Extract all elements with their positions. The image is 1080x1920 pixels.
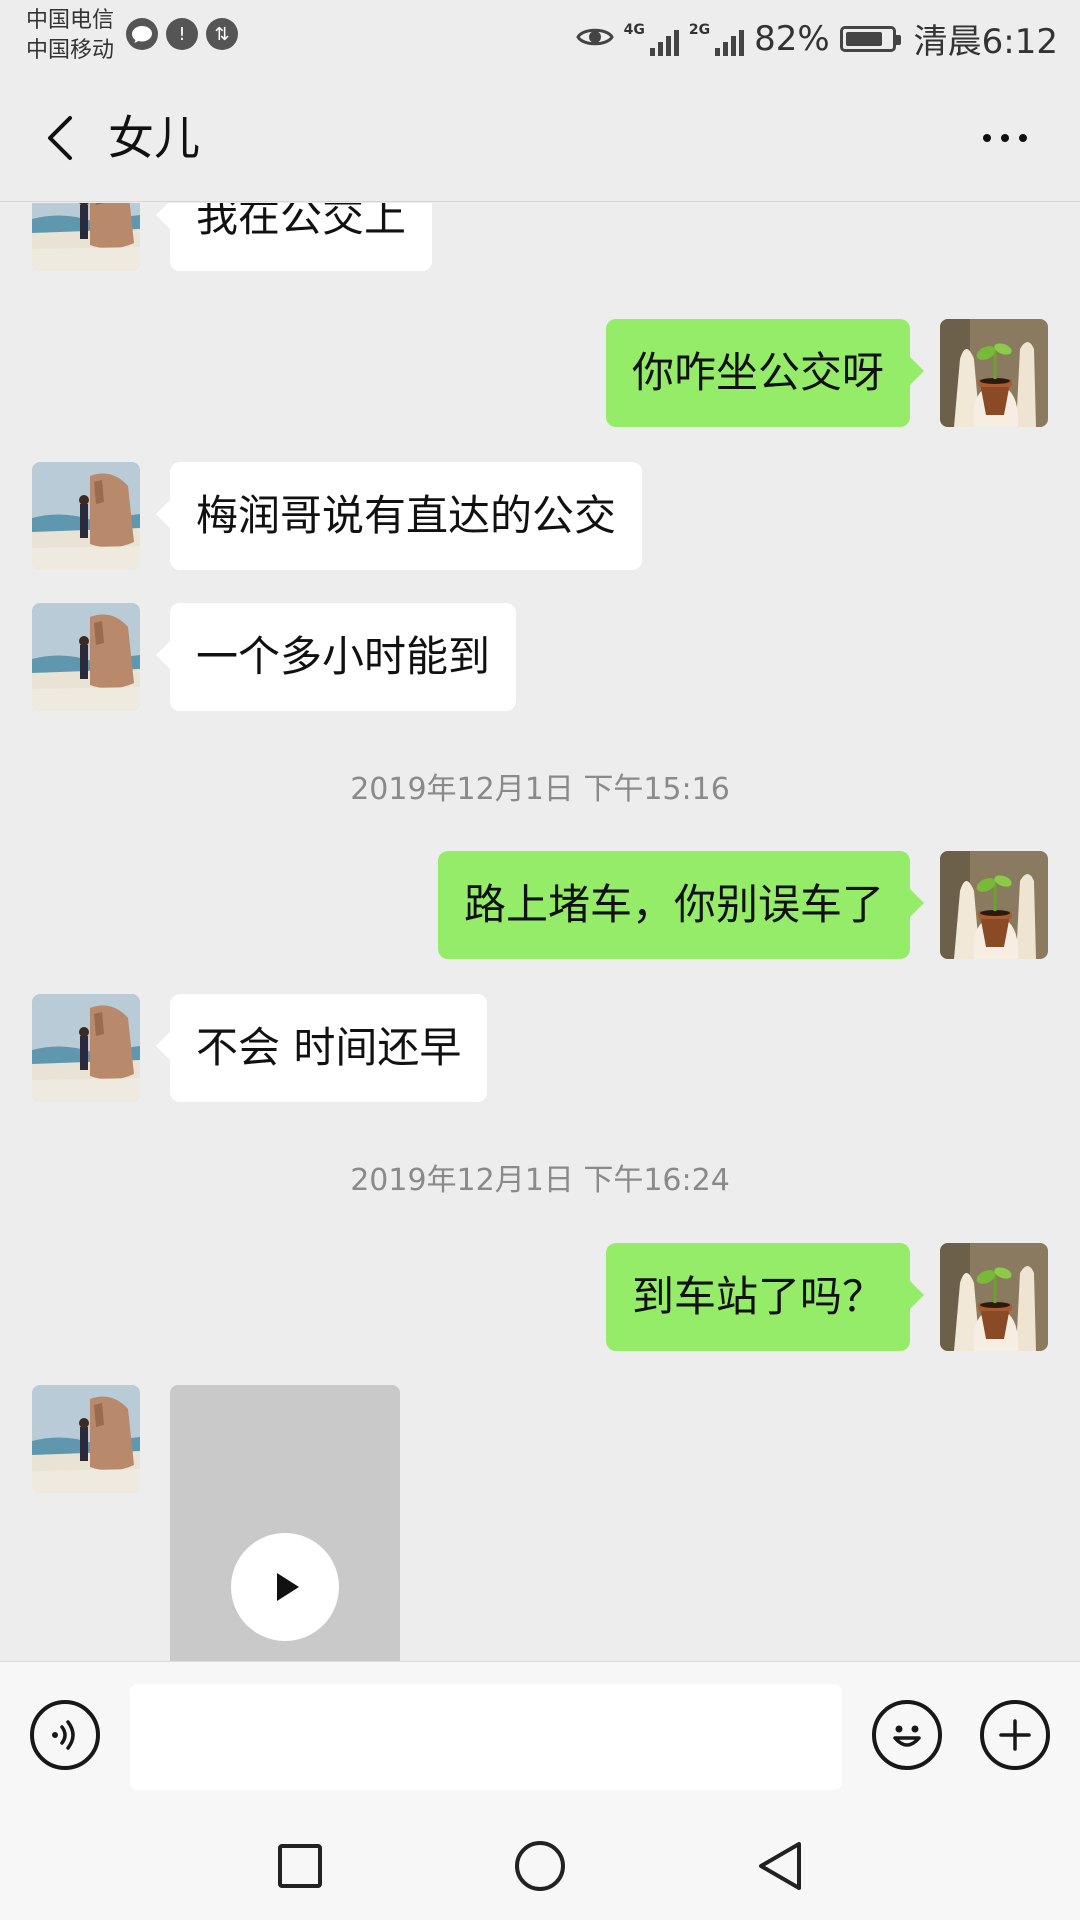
network-type-2: 2G xyxy=(688,21,711,38)
battery-icon xyxy=(839,25,901,52)
timestamp-label: 2019年12月1日 下午16:24 xyxy=(350,1163,730,1198)
circle-icon xyxy=(515,1841,565,1891)
my-avatar[interactable] xyxy=(940,1243,1048,1351)
contact-avatar[interactable] xyxy=(32,603,140,711)
dot-icon xyxy=(1001,134,1009,142)
triangle-back-icon xyxy=(759,1842,801,1890)
data-transfer-icon: ⇅ xyxy=(206,18,238,50)
cloud-warning-icon: ! xyxy=(166,18,198,50)
play-button[interactable] xyxy=(231,1533,339,1641)
chat-bubble-icon xyxy=(126,18,158,50)
message-input[interactable] xyxy=(130,1684,842,1790)
carrier-2: 中国移动 xyxy=(26,38,115,63)
voice-icon xyxy=(52,1720,75,1750)
home-button[interactable] xyxy=(513,1839,567,1893)
message-bubble-incoming[interactable]: 不会 时间还早 xyxy=(155,994,488,1102)
contact-avatar[interactable] xyxy=(32,1385,140,1493)
system-nav-bar xyxy=(0,1811,1080,1920)
chevron-left-icon xyxy=(48,116,72,160)
back-button[interactable] xyxy=(34,110,90,166)
message-bubble-incoming[interactable]: 梅润哥说有直达的公交 xyxy=(155,462,643,570)
emoji-button[interactable] xyxy=(872,1700,942,1770)
more-options-button[interactable] xyxy=(970,110,1040,166)
message-bubble-outgoing[interactable]: 你咋坐公交呀 xyxy=(605,319,925,427)
plus-icon xyxy=(999,1719,1031,1751)
notification-icons: ! ⇅ xyxy=(126,18,238,50)
my-avatar[interactable] xyxy=(940,319,1048,427)
chat-title: 女儿 xyxy=(108,111,200,165)
signal-2g-icon: 2G xyxy=(688,21,745,56)
my-avatar[interactable] xyxy=(940,851,1048,959)
smiley-icon xyxy=(893,1725,921,1747)
message-list[interactable]: 我在公交上 你咋坐公交呀 梅润哥说有直达的公交 一个多小时能到 2019年12月… xyxy=(0,203,1080,1661)
message-bubble-incoming[interactable]: 我在公交上 xyxy=(155,203,433,271)
square-icon xyxy=(278,1844,322,1888)
message-bubble-outgoing[interactable]: 到车站了吗？ xyxy=(605,1243,925,1351)
status-bar: 中国电信 中国移动 ! ⇅ 4G 2G 82% 清晨6:12 xyxy=(0,0,1080,80)
message-bubble-outgoing[interactable]: 路上堵车，你别误车了 xyxy=(437,851,925,959)
message-bubble-incoming[interactable]: 一个多小时能到 xyxy=(155,603,517,711)
contact-avatar[interactable] xyxy=(32,203,140,271)
video-message[interactable] xyxy=(170,1385,400,1661)
input-bar xyxy=(0,1661,1080,1811)
eye-comfort-icon xyxy=(575,19,614,59)
chat-header: 女儿 xyxy=(0,80,1080,202)
status-indicators: 4G 2G 82% 清晨6:12 xyxy=(575,14,1058,63)
carrier-1: 中国电信 xyxy=(26,8,115,33)
contact-avatar[interactable] xyxy=(32,462,140,570)
play-icon xyxy=(277,1573,299,1601)
timestamp-label: 2019年12月1日 下午15:16 xyxy=(350,772,730,807)
clock: 清晨6:12 xyxy=(913,22,1058,62)
contact-avatar[interactable] xyxy=(32,994,140,1102)
signal-4g-icon: 4G xyxy=(624,22,679,56)
recent-apps-button[interactable] xyxy=(273,1839,327,1893)
voice-input-button[interactable] xyxy=(30,1700,100,1770)
battery-percent: 82% xyxy=(754,18,830,59)
dot-icon xyxy=(1019,134,1027,142)
dot-icon xyxy=(983,134,991,142)
network-type-1: 4G xyxy=(623,21,645,38)
more-functions-button[interactable] xyxy=(980,1700,1050,1770)
carrier-labels: 中国电信 中国移动 xyxy=(26,6,114,66)
back-nav-button[interactable] xyxy=(753,1839,807,1893)
